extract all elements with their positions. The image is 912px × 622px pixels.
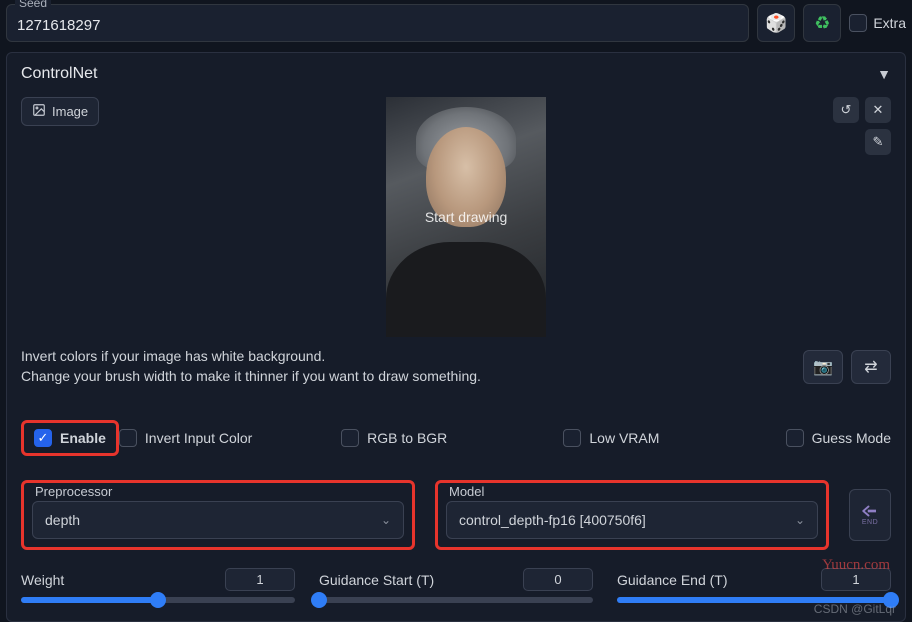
hint-text: Invert colors if your image has white ba… bbox=[21, 347, 481, 386]
model-value: control_depth-fp16 [400750f6] bbox=[459, 512, 646, 528]
gstart-slider-group: Guidance Start (T) 0 bbox=[319, 568, 593, 603]
chevron-down-icon: ⌄ bbox=[381, 513, 391, 527]
image-icon bbox=[32, 103, 46, 120]
recycle-icon: ♻ bbox=[814, 13, 830, 34]
gstart-label: Guidance Start (T) bbox=[319, 572, 434, 588]
close-button[interactable]: ✕ bbox=[865, 97, 891, 123]
extra-checkbox[interactable] bbox=[849, 14, 867, 32]
seed-value: 1271618297 bbox=[17, 9, 738, 34]
chevron-down-icon: ⌄ bbox=[795, 513, 805, 527]
swap-button[interactable]: ⇄ bbox=[851, 350, 891, 384]
weight-value[interactable]: 1 bbox=[225, 568, 295, 591]
image-tab[interactable]: Image bbox=[21, 97, 99, 126]
extra-label: Extra bbox=[873, 15, 906, 31]
guess-checkbox[interactable] bbox=[786, 429, 804, 447]
rgb-checkbox[interactable] bbox=[341, 429, 359, 447]
controlnet-panel: ControlNet ▼ Image Start drawin bbox=[6, 52, 906, 622]
canvas-area[interactable]: Start drawing bbox=[109, 97, 823, 337]
arrow-left-icon bbox=[861, 504, 879, 518]
seed-label: Seed bbox=[15, 0, 51, 10]
gstart-value[interactable]: 0 bbox=[523, 568, 593, 591]
model-select[interactable]: Model control_depth-fp16 [400750f6] ⌄ bbox=[446, 501, 818, 539]
preview-button[interactable]: END bbox=[849, 489, 891, 541]
model-highlight: Model control_depth-fp16 [400750f6] ⌄ bbox=[435, 480, 829, 550]
enable-checkbox[interactable]: ✓ bbox=[34, 429, 52, 447]
panel-title: ControlNet bbox=[21, 65, 97, 83]
lowvram-checkbox-group[interactable]: Low VRAM bbox=[563, 429, 785, 447]
gend-label: Guidance End (T) bbox=[617, 572, 728, 588]
invert-label: Invert Input Color bbox=[145, 430, 252, 446]
undo-icon: ↺ bbox=[841, 102, 852, 118]
preprocessor-label: Preprocessor bbox=[35, 484, 112, 499]
dice-icon: 🎲 bbox=[765, 13, 787, 34]
gend-slider-group: Guidance End (T) 1 bbox=[617, 568, 891, 603]
close-icon: ✕ bbox=[873, 102, 884, 118]
lowvram-label: Low VRAM bbox=[589, 430, 659, 446]
enable-label: Enable bbox=[60, 430, 106, 446]
gend-slider[interactable] bbox=[617, 597, 891, 603]
swap-icon: ⇄ bbox=[864, 357, 877, 377]
reuse-seed-button[interactable]: ♻ bbox=[803, 4, 841, 42]
weight-label: Weight bbox=[21, 572, 64, 588]
rgb-label: RGB to BGR bbox=[367, 430, 447, 446]
input-image[interactable]: Start drawing bbox=[386, 97, 546, 337]
camera-icon: 📷 bbox=[813, 357, 833, 377]
preprocessor-select[interactable]: Preprocessor depth ⌄ bbox=[32, 501, 404, 539]
seed-field[interactable]: Seed 1271618297 bbox=[6, 4, 749, 42]
hint-line-2: Change your brush width to make it thinn… bbox=[21, 367, 481, 387]
canvas-overlay-text: Start drawing bbox=[425, 209, 507, 225]
guess-checkbox-group[interactable]: Guess Mode bbox=[786, 429, 891, 447]
edit-button[interactable]: ✎ bbox=[865, 129, 891, 155]
image-tab-label: Image bbox=[52, 104, 88, 119]
gend-value[interactable]: 1 bbox=[821, 568, 891, 591]
weight-slider-group: Weight 1 bbox=[21, 568, 295, 603]
randomize-seed-button[interactable]: 🎲 bbox=[757, 4, 795, 42]
pencil-icon: ✎ bbox=[873, 134, 884, 150]
preprocessor-value: depth bbox=[45, 512, 80, 528]
rgb-checkbox-group[interactable]: RGB to BGR bbox=[341, 429, 563, 447]
guess-label: Guess Mode bbox=[812, 430, 891, 446]
enable-checkbox-group[interactable]: ✓ Enable bbox=[21, 420, 119, 456]
hint-line-1: Invert colors if your image has white ba… bbox=[21, 347, 481, 367]
preprocessor-highlight: Preprocessor depth ⌄ bbox=[21, 480, 415, 550]
undo-button[interactable]: ↺ bbox=[833, 97, 859, 123]
lowvram-checkbox[interactable] bbox=[563, 429, 581, 447]
collapse-toggle[interactable]: ▼ bbox=[877, 66, 891, 82]
gstart-slider[interactable] bbox=[319, 597, 593, 603]
model-label: Model bbox=[449, 484, 484, 499]
triangle-down-icon: ▼ bbox=[877, 66, 891, 82]
invert-checkbox[interactable] bbox=[119, 429, 137, 447]
preview-button-text: END bbox=[862, 519, 878, 526]
camera-button[interactable]: 📷 bbox=[803, 350, 843, 384]
weight-slider[interactable] bbox=[21, 597, 295, 603]
invert-checkbox-group[interactable]: Invert Input Color bbox=[119, 429, 341, 447]
